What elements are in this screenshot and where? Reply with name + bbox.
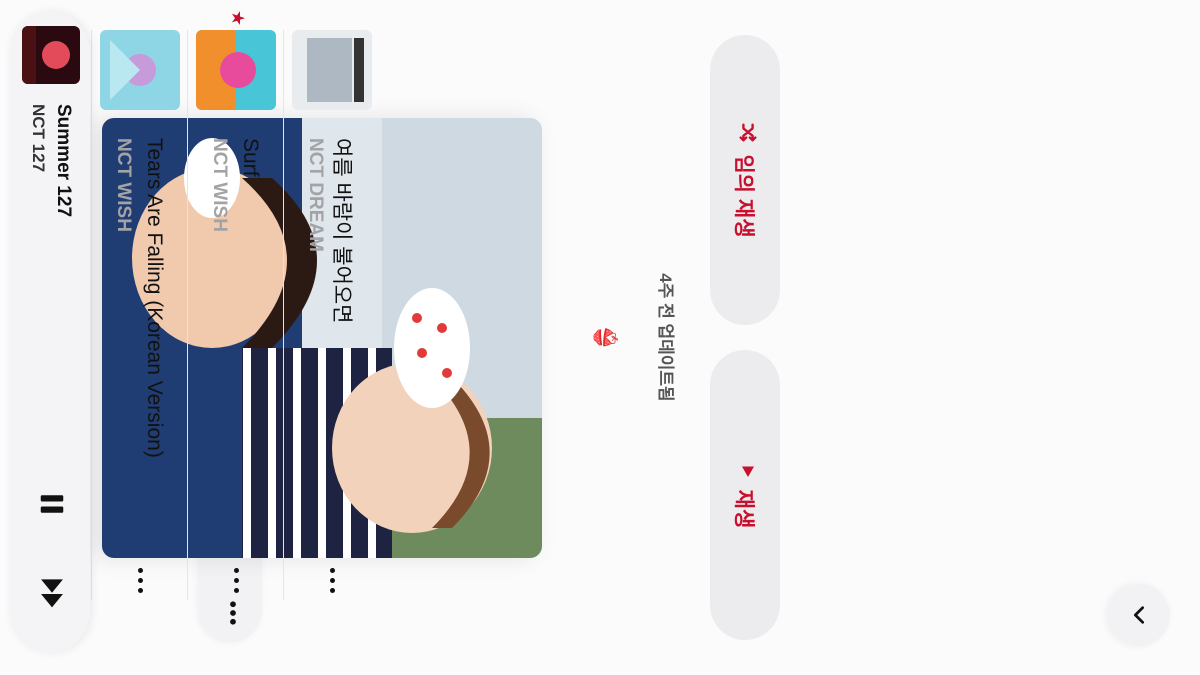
- track-title: Surf: [239, 138, 262, 177]
- pause-icon: [33, 489, 68, 519]
- playlist-emoji: 👙: [593, 323, 618, 352]
- skip-forward-icon: [33, 577, 68, 611]
- now-playing-artwork: [22, 26, 80, 84]
- favorite-star-icon: ★: [228, 10, 248, 27]
- music-app-screen: 👙 4주 전 업데이트됨 재생 임의 재생 여름 바람이 불어오면 NCT DR…: [0, 0, 1200, 675]
- track-row[interactable]: Tears Are Falling (Korean Version) NCT W…: [91, 30, 188, 600]
- skip-forward-button[interactable]: [28, 572, 72, 616]
- track-artwork: [100, 30, 180, 110]
- track-row[interactable]: Surf NCT WISH: [187, 30, 284, 600]
- track-title: 여름 바람이 불어오면: [330, 138, 353, 324]
- track-artist: NCT WISH: [113, 138, 134, 232]
- chevron-down-icon: [1108, 584, 1170, 646]
- more-icon[interactable]: [222, 566, 252, 596]
- rotated-playlist-view: 👙 4주 전 업데이트됨 재생 임의 재생 여름 바람이 불어오면 NCT DR…: [0, 0, 1200, 675]
- play-icon: [733, 462, 757, 480]
- play-label: 재생: [732, 489, 755, 529]
- more-icon[interactable]: [126, 566, 156, 596]
- shuffle-button[interactable]: 임의 재생: [710, 35, 780, 325]
- track-row[interactable]: 여름 바람이 불어오면 NCT DREAM: [283, 30, 380, 600]
- track-artist: NCT WISH: [209, 138, 230, 232]
- track-artwork: [292, 30, 372, 110]
- updated-label: 4주 전 업데이트됨: [656, 273, 675, 402]
- track-artwork: [196, 30, 276, 110]
- pause-button[interactable]: [28, 482, 72, 526]
- now-playing-artist: NCT 127: [29, 104, 48, 173]
- more-icon: [214, 598, 249, 628]
- now-playing-title: Summer 127: [53, 104, 74, 218]
- play-button[interactable]: 재생: [710, 350, 780, 640]
- now-playing-bar[interactable]: Summer 127 NCT 127: [10, 12, 90, 652]
- track-artist: NCT DREAM: [305, 138, 326, 252]
- collapse-pill[interactable]: [1108, 584, 1170, 646]
- track-title: Tears Are Falling (Korean Version): [143, 138, 166, 458]
- shuffle-label: 임의 재생: [732, 154, 755, 238]
- shuffle-icon: [731, 122, 759, 144]
- more-icon[interactable]: [318, 566, 348, 596]
